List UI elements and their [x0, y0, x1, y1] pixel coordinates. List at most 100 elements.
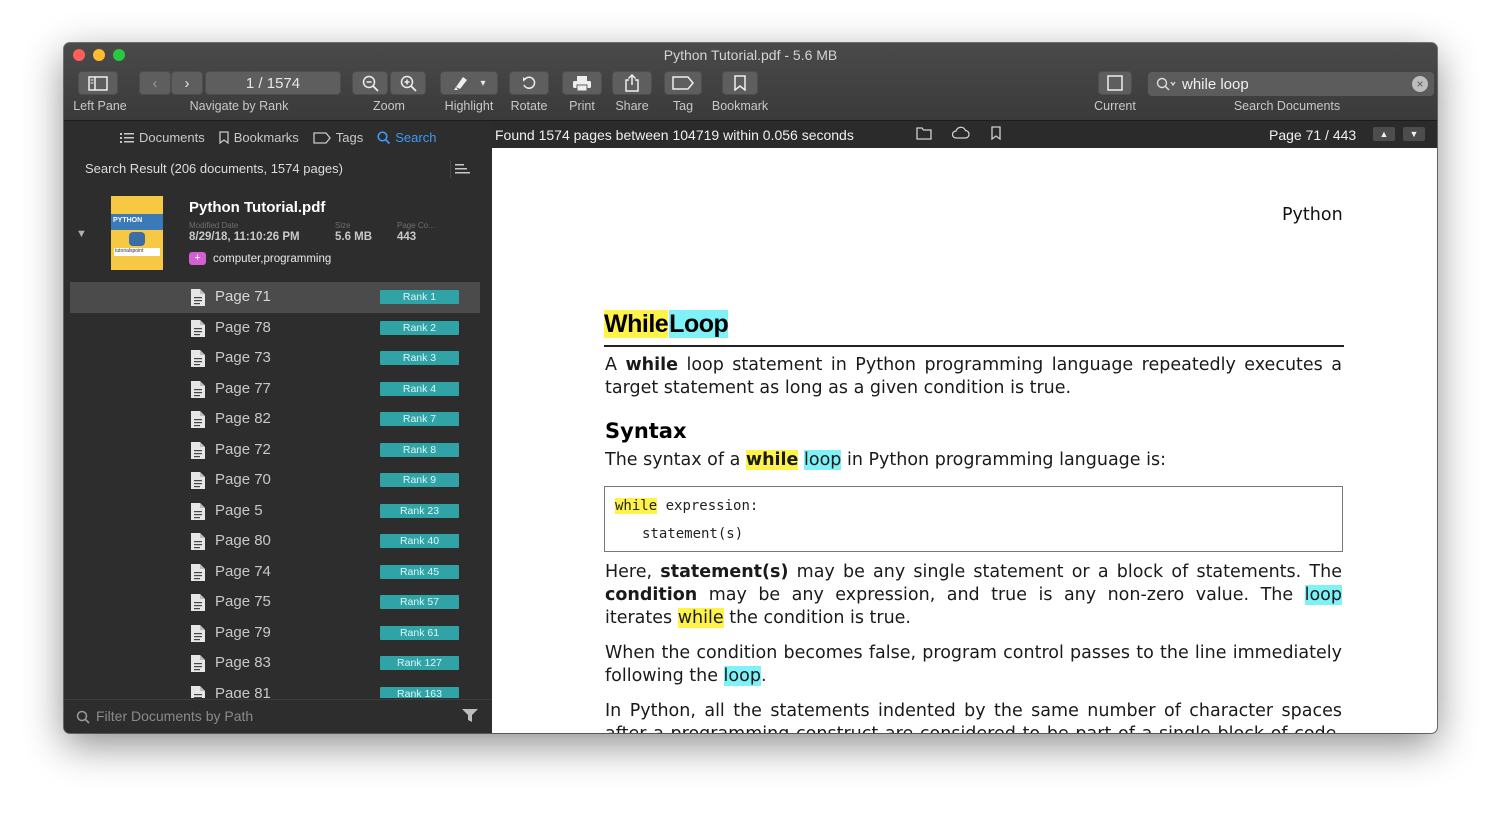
document-card[interactable]: ▼ PYTHON tutorialspoint Python Tutorial.… [64, 188, 492, 280]
print-button[interactable] [562, 71, 602, 95]
bookmark-icon[interactable] [990, 126, 1002, 140]
search-result-row[interactable]: Page 71 Rank 1 [70, 282, 480, 313]
square-icon [1107, 75, 1123, 91]
search-status-text: Found 1574 pages between 104719 within 0… [495, 127, 854, 143]
false-condition-paragraph: When the condition becomes false, progra… [605, 642, 1342, 688]
rank-badge: Rank 9 [380, 473, 459, 487]
search-result-row[interactable]: Page 72 Rank 8 [70, 435, 480, 466]
tab-search-label: Search [395, 130, 437, 145]
rotate-button[interactable] [509, 71, 549, 95]
tab-search[interactable]: Search [377, 130, 436, 145]
filter-documents-input[interactable]: Filter Documents by Path [96, 708, 253, 724]
search-result-row[interactable]: Page 78 Rank 2 [70, 313, 480, 344]
search-icon [377, 131, 391, 144]
previous-result-button[interactable]: ▲ [1373, 127, 1395, 141]
current-label: Current [1094, 99, 1136, 113]
cloud-icon[interactable] [952, 126, 970, 140]
search-result-row[interactable]: Page 81 Rank 163 [70, 679, 480, 699]
page-number-field[interactable]: 1 / 1574 [205, 71, 341, 95]
chevron-right-icon: › [184, 74, 190, 92]
tab-tags-label: Tags [335, 130, 364, 145]
highlight-button[interactable]: ▾ [440, 71, 498, 95]
next-result-button[interactable]: ▼ [1403, 127, 1425, 141]
search-result-row[interactable]: Page 77 Rank 4 [70, 374, 480, 405]
disclosure-triangle-icon[interactable]: ▼ [76, 228, 87, 240]
search-result-row[interactable]: Page 73 Rank 3 [70, 343, 480, 374]
rank-badge: Rank 61 [380, 625, 459, 640]
search-result-row[interactable]: Page 75 Rank 57 [70, 587, 480, 618]
document-tags: + computer,programming [189, 252, 331, 265]
tab-bookmarks[interactable]: Bookmarks [219, 130, 299, 145]
folder-icon[interactable] [916, 126, 932, 140]
result-page-label: Page 78 [215, 318, 271, 336]
tag-icon [672, 76, 694, 90]
search-result-row[interactable]: Page 74 Rank 45 [70, 557, 480, 588]
document-page-icon [190, 532, 206, 556]
heading-highlight-while: While [604, 310, 669, 338]
left-pane-label: Left Pane [73, 99, 127, 113]
search-documents-input[interactable]: while loop × [1148, 72, 1434, 96]
search-info-bar: Found 1574 pages between 104719 within 0… [492, 122, 1437, 148]
zoom-in-icon [400, 75, 417, 92]
printer-icon [573, 75, 591, 91]
code-block: while expression: statement(s) [604, 486, 1343, 552]
rank-badge: Rank 1 [380, 290, 459, 304]
pdf-page: Python WhileLoop A while loop statement … [492, 148, 1437, 733]
tab-tags[interactable]: Tags [313, 130, 363, 145]
tag-label: Tag [672, 99, 694, 113]
tab-documents[interactable]: Documents [120, 130, 205, 145]
text: loop statement in Python programming lan… [605, 355, 1342, 398]
zoom-out-button[interactable] [352, 71, 388, 95]
highlight-while: while [677, 608, 724, 628]
print-label: Print [569, 99, 595, 113]
page-indicator: Page 71 / 443 [1269, 127, 1357, 143]
current-document-button[interactable] [1098, 71, 1132, 95]
modified-date-value: 8/29/18, 11:10:26 PM [189, 231, 300, 243]
share-button[interactable] [612, 71, 652, 95]
highlight-loop: loop [723, 666, 761, 686]
page-header: Python [1282, 205, 1343, 225]
bookmark-button[interactable] [722, 71, 758, 95]
tab-documents-label: Documents [139, 130, 205, 145]
search-result-row[interactable]: Page 80 Rank 40 [70, 526, 480, 557]
bold-text: while [625, 355, 678, 375]
document-page-icon [190, 502, 206, 526]
chevron-left-icon: ‹ [152, 74, 158, 92]
highlight-label: Highlight [444, 99, 494, 113]
rotate-label: Rotate [510, 99, 548, 113]
page-step-controls: ▲ ▼ [1373, 127, 1425, 141]
search-result-summary: Search Result (206 documents, 1574 pages… [85, 161, 343, 176]
search-result-row[interactable]: Page 82 Rank 7 [70, 404, 480, 435]
sidebar-toggle-icon [88, 75, 108, 91]
previous-button[interactable]: ‹ [139, 71, 171, 95]
text: may be any single statement or a block o… [796, 562, 1342, 582]
heading-highlight-loop: Loop [669, 310, 729, 338]
search-options-icon[interactable] [1156, 77, 1176, 91]
highlight-loop: loop [1304, 585, 1342, 605]
document-page-icon [190, 288, 206, 312]
rank-badge: Rank 40 [380, 534, 459, 548]
rank-badge: Rank 8 [380, 442, 459, 457]
sort-options-icon[interactable] [455, 162, 470, 180]
search-result-row[interactable]: Page 70 Rank 9 [70, 465, 480, 496]
text: When the condition becomes false, progra… [605, 643, 1342, 686]
search-result-row[interactable]: Page 83 Rank 127 [70, 648, 480, 679]
navigate-label: Navigate by Rank [189, 99, 289, 113]
result-page-label: Page 81 [215, 684, 271, 699]
left-pane-button[interactable] [78, 71, 118, 95]
document-page-icon [190, 654, 206, 678]
zoom-in-button[interactable] [390, 71, 426, 95]
list-icon [120, 132, 134, 143]
search-result-row[interactable]: Page 79 Rank 61 [70, 618, 480, 649]
next-button[interactable]: › [171, 71, 203, 95]
document-page-icon [190, 563, 206, 587]
bold-text: condition [605, 585, 698, 605]
document-page-icon [190, 685, 206, 698]
search-result-row[interactable]: Page 5 Rank 23 [70, 496, 480, 527]
tag-button[interactable] [664, 71, 702, 95]
text: the condition is true. [729, 608, 911, 628]
funnel-icon[interactable] [462, 709, 478, 728]
clear-search-icon[interactable]: × [1412, 76, 1428, 92]
rank-badge: Rank 2 [380, 320, 459, 335]
highlight-while: while [745, 450, 799, 470]
